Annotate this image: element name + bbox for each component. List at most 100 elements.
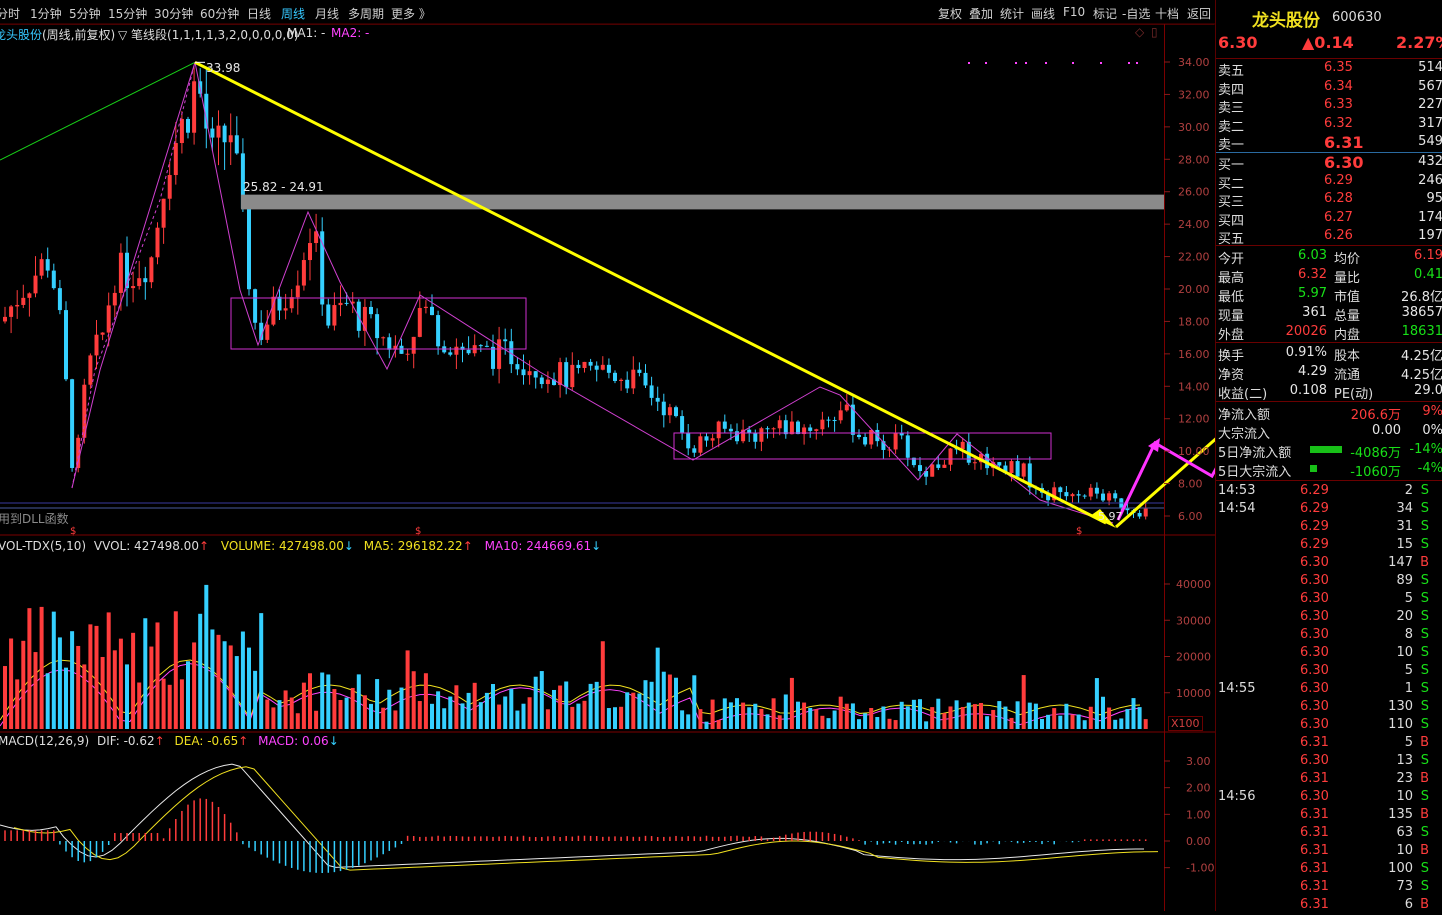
ask-row[interactable]: 卖三 6.33 227 [1216, 97, 1442, 116]
price-axis-tick: 24.00 [1178, 218, 1210, 231]
ask-row[interactable]: 卖一 6.31 549 [1216, 133, 1442, 153]
volume-bar [381, 707, 386, 729]
ask-row[interactable]: 卖五 6.35 514 [1216, 60, 1442, 79]
ask-row[interactable]: 卖四 6.34 567 [1216, 78, 1442, 98]
ask-volume: 227 [1418, 97, 1442, 112]
bid-row[interactable]: 买二 6.29 246 [1216, 172, 1442, 192]
volume-legend: VOL-TDX(5,10) VVOL: 427498.00↑ VOLUME: 4… [0, 539, 602, 553]
candle-body [545, 379, 550, 385]
volume-bar [521, 703, 526, 729]
candle-body [1082, 495, 1087, 497]
volume-axis-tick: 10000 [1176, 687, 1211, 700]
tick-side: S [1420, 537, 1429, 552]
volume-bar [1137, 707, 1142, 729]
macd-axis-tick: 2.00 [1186, 782, 1211, 795]
flow-pct: 0% [1422, 423, 1442, 438]
stat-key: 净资 [1218, 368, 1245, 383]
volume-bar [27, 608, 32, 729]
low-price-label: 5.97 [1098, 510, 1123, 523]
stat-value: 4.29 [1298, 364, 1327, 379]
price-axis-tick: 28.00 [1178, 153, 1210, 166]
volume-bar [722, 698, 727, 729]
stat-key: 换手 [1218, 349, 1245, 364]
tick-side: S [1420, 825, 1429, 840]
candle-body [527, 371, 532, 376]
tick-price: 6.31 [1300, 807, 1329, 822]
bid-price: 6.29 [1324, 172, 1353, 188]
candle-body [1101, 493, 1105, 501]
volume-bar [460, 703, 465, 729]
volume-bar [972, 704, 977, 729]
volume-bar [100, 656, 105, 729]
volume-axis-tick: 30000 [1176, 614, 1211, 627]
ask-price: 6.34 [1324, 78, 1353, 94]
candle-body [137, 278, 142, 287]
candle-body [173, 143, 178, 176]
tick-row: 6.30 10 S [1216, 645, 1442, 663]
bid-row[interactable]: 买五 6.26 197 [1216, 228, 1442, 247]
candle-body [564, 362, 569, 388]
volume-bar [1070, 714, 1075, 729]
vol-indicator-name[interactable]: VOL-TDX(5,10) [0, 539, 86, 553]
signal-dot [1015, 62, 1017, 64]
volume-bar [552, 689, 556, 729]
ma5-value: MA5: 296182.22 [363, 539, 463, 553]
macd-dif-line [0, 763, 1145, 868]
tick-price: 6.30 [1300, 717, 1329, 732]
volume-bar [271, 707, 276, 729]
ask-price: 6.33 [1324, 97, 1353, 112]
volume-bar [1125, 709, 1130, 729]
stat-value: 26.8亿 [1401, 290, 1442, 305]
candle-body [45, 259, 50, 271]
tick-side: S [1420, 645, 1429, 660]
flow-pct: -14% [1409, 442, 1442, 457]
stat-value: 6.32 [1298, 267, 1327, 282]
candle-body [1076, 494, 1081, 496]
volume-axis-tick: 40000 [1176, 578, 1211, 591]
flow-value: 0.00 [1372, 423, 1401, 438]
candle-body [716, 421, 721, 439]
signal-dot [1128, 62, 1130, 64]
volume-bar [76, 645, 81, 729]
price-axis-tick: 10.00 [1178, 445, 1210, 458]
volume-bar [1064, 703, 1069, 729]
candle-body [369, 306, 373, 315]
tick-price: 6.31 [1300, 843, 1329, 858]
volume-bar [125, 664, 129, 729]
bid-row[interactable]: 买一 6.30 432 [1216, 153, 1442, 173]
price-change-pct: 2.27% [1396, 33, 1442, 52]
tick-price: 6.30 [1300, 609, 1329, 624]
macd-indicator-name[interactable]: MACD(12,26,9) [0, 734, 89, 748]
volume-bar [918, 699, 922, 729]
ask-price: 6.32 [1324, 115, 1353, 131]
flow-label: 5日大宗流入 [1218, 465, 1292, 480]
volume-bar [814, 709, 819, 729]
volume-bar [594, 681, 599, 729]
ask-row[interactable]: 卖二 6.32 317 [1216, 115, 1442, 135]
bid-row[interactable]: 买四 6.27 174 [1216, 210, 1442, 229]
volume-bar [137, 682, 142, 729]
volume-bar [478, 702, 483, 729]
volume-bar [350, 687, 355, 729]
kline-chart[interactable]: $ $ $ 34.00 32.00 30.00 28.00 26.00 24.00 22.00 2… [0, 0, 1215, 911]
vvol-value: VVOL: 427498.00 [93, 539, 199, 553]
volume-bar [332, 689, 337, 729]
bid-row[interactable]: 买三 6.28 95 [1216, 191, 1442, 210]
candle-body [576, 364, 581, 369]
bid-volume: 95 [1426, 191, 1442, 206]
candle-body [515, 364, 520, 370]
volume-bar [466, 692, 471, 729]
candle-body [820, 419, 825, 430]
volume-bar [228, 645, 233, 729]
volume-bar [570, 706, 575, 729]
stat-key: 现量 [1218, 309, 1245, 324]
volume-bar [51, 611, 56, 729]
volume-bar [637, 693, 642, 729]
volume-bar [430, 703, 434, 729]
volume-bar [240, 631, 245, 729]
volume-bar [893, 720, 898, 729]
volume-bar [960, 706, 965, 729]
macd-axis-tick: -1.00 [1186, 862, 1214, 875]
candle-body [375, 314, 380, 339]
stat-key: 流通 [1334, 368, 1361, 383]
